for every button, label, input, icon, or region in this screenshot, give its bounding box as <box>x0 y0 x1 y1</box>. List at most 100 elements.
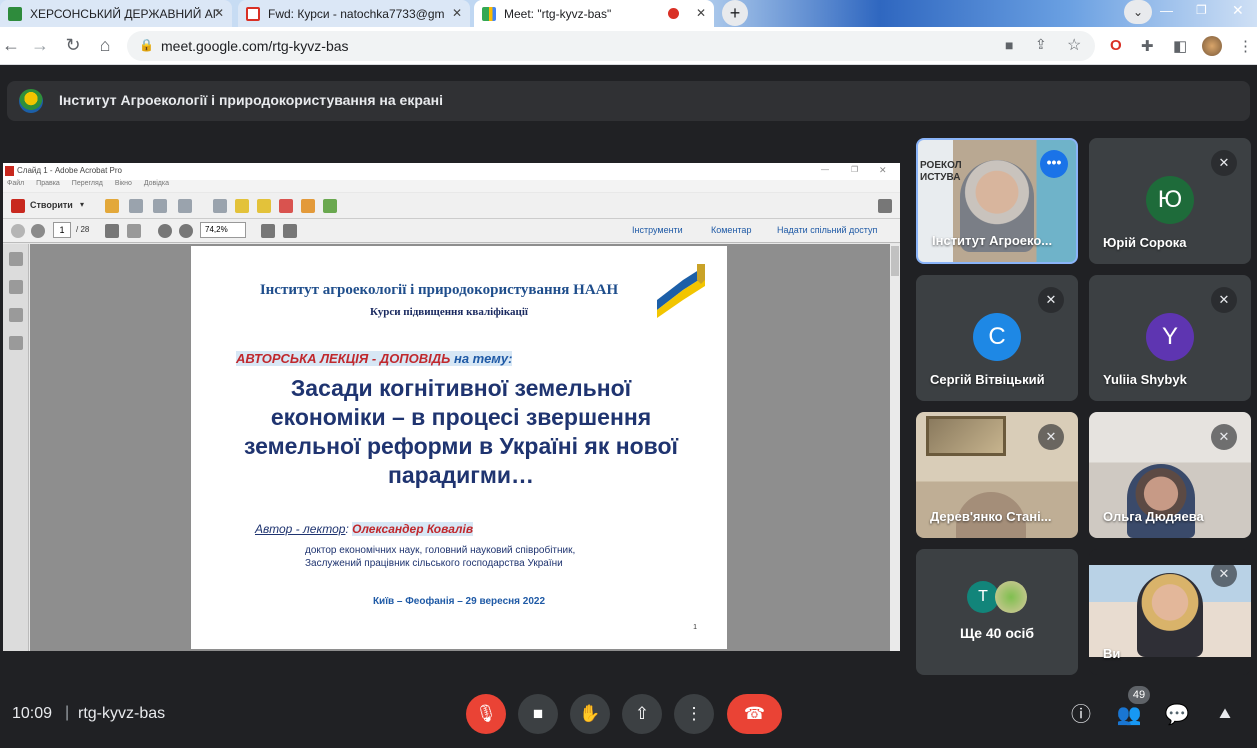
acrobat-close-icon: ✕ <box>879 165 887 175</box>
tab-title: ХЕРСОНСЬКИЙ ДЕРЖАВНИЙ АГ <box>30 6 220 21</box>
opera-extension-icon[interactable]: O <box>1110 37 1122 54</box>
home-icon[interactable]: ⌂ <box>94 35 116 56</box>
mic-off-icon: ✕ <box>1211 424 1237 450</box>
export-icon <box>301 199 315 213</box>
participant-name: Сергій Вітвіцький <box>930 372 1045 387</box>
clock: 10:09 <box>12 705 53 722</box>
browser-tab-active[interactable]: Meet: "rtg-kyvz-bas" ✕ <box>474 0 714 27</box>
browser-tab[interactable]: ХЕРСОНСЬКИЙ ДЕРЖАВНИЙ АГ ✕ <box>0 0 232 27</box>
participant-tile[interactable]: ✕ Дерев'янко Стані... <box>916 412 1078 538</box>
wall-picture <box>926 416 1006 456</box>
meet-icon <box>482 6 496 21</box>
new-tab-button[interactable]: + <box>722 0 748 26</box>
zoom-out-icon <box>158 224 172 238</box>
mic-toggle-button[interactable]: 🎙 <box>466 694 506 734</box>
tools-link: Інструменти <box>632 225 683 235</box>
restore-icon[interactable]: ❐ <box>1196 3 1207 17</box>
participant-name: Ольга Дюдяева <box>1103 509 1204 524</box>
hand-tool-icon <box>127 224 141 238</box>
people-button[interactable]: 👥 <box>1115 701 1143 729</box>
participant-tile[interactable]: ✕ Ольга Дюдяева <box>1089 412 1251 538</box>
video-camera-icon: ■ <box>532 704 544 723</box>
activities-button[interactable]: ⯅ <box>1211 701 1239 729</box>
forward-icon[interactable]: → <box>29 35 51 56</box>
share-icon[interactable]: ⇪ <box>1035 36 1047 53</box>
more-options-icon[interactable]: ••• <box>1040 150 1068 178</box>
participant-tile[interactable]: ✕ Y Yuliia Shybyk <box>1089 275 1251 401</box>
close-tab-icon[interactable]: ✕ <box>214 6 224 20</box>
degree-line-1: доктор економічних наук, головний науков… <box>305 545 576 556</box>
hang-up-icon: ☎ <box>743 704 766 723</box>
extensions-puzzle-icon[interactable]: ✚ <box>1141 37 1154 55</box>
participant-name: Юрій Сорока <box>1103 235 1187 250</box>
side-panel-icon[interactable]: ◧ <box>1173 37 1187 55</box>
tab-search-chevron-icon[interactable]: ⌄ <box>1124 0 1152 24</box>
close-window-icon[interactable]: ✕ <box>1232 2 1244 19</box>
email-icon <box>178 199 192 213</box>
lecture-label-suffix: на тему: <box>450 351 513 366</box>
minimize-icon[interactable]: — <box>1160 3 1173 18</box>
fullscreen-icon <box>878 199 892 213</box>
participant-name: Інститут Агроеко... <box>932 233 1053 248</box>
tab-title: Fwd: Курси - natochka7733@gm <box>268 6 445 21</box>
zoom-field: 74,2% <box>200 222 246 238</box>
mic-off-icon: ✕ <box>1211 287 1237 313</box>
lector-name: Олександер Ковалів <box>352 522 474 536</box>
leave-call-button[interactable]: ☎ <box>727 694 782 734</box>
close-tab-icon[interactable]: ✕ <box>452 6 462 20</box>
lock-icon: 🔒 <box>139 38 154 52</box>
mic-off-icon: 🎙 <box>475 704 497 723</box>
raise-hand-button[interactable]: ✋ <box>570 694 610 734</box>
participant-name: Ви <box>1103 646 1121 661</box>
url-text[interactable]: meet.google.com/rtg-kyvz-bas <box>161 38 349 54</box>
create-icon <box>11 199 25 213</box>
camera-icon[interactable]: ■ <box>1005 37 1013 53</box>
self-person <box>1137 573 1203 657</box>
back-icon[interactable]: ← <box>0 35 22 56</box>
participant-tile[interactable]: ✕ С Сергій Вітвіцький <box>916 275 1078 401</box>
site-favicon-icon <box>8 6 22 21</box>
close-tab-icon[interactable]: ✕ <box>696 6 706 20</box>
chrome-menu-icon[interactable]: ⋮ <box>1238 37 1253 55</box>
participant-tile[interactable]: ✕ Ю Юрій Сорока <box>1089 138 1251 264</box>
profile-avatar[interactable] <box>1202 36 1222 56</box>
menu-help: Довідка <box>143 180 169 187</box>
participant-video <box>1127 464 1195 538</box>
participant-tile-presenter[interactable]: РОЕКОЛ ИСТУВА ••• Інститут Агроеко... <box>916 138 1078 264</box>
acrobat-restore-icon: ❐ <box>851 165 859 174</box>
meeting-code: rtg-kyvz-bas <box>78 705 166 722</box>
camera-toggle-button[interactable]: ■ <box>518 694 558 734</box>
acrobat-scrollbar <box>890 244 900 651</box>
slide-page: Інститут агроекології і природокористува… <box>191 246 727 649</box>
avatar-photo <box>995 581 1027 613</box>
chat-button[interactable]: 💬 <box>1163 701 1191 729</box>
meeting-details-button[interactable]: ⓘ <box>1067 701 1095 729</box>
address-toolbar: ← → ↻ ⌂ 🔒 meet.google.com/rtg-kyvz-bas ■… <box>0 27 1257 65</box>
page-down-icon <box>31 224 45 238</box>
slide-lector: Автор - лектор: Олександер Ковалів <box>255 522 474 536</box>
hand-icon: ✋ <box>579 704 601 723</box>
slide-title: Засади когнітивної земельної економіки –… <box>243 375 679 488</box>
browser-tab[interactable]: Fwd: Курси - natochka7733@gm ✕ <box>238 0 470 27</box>
bookmark-star-icon[interactable]: ☆ <box>1067 35 1081 55</box>
gmail-icon <box>246 6 260 21</box>
page-number-field: 1 <box>53 222 71 238</box>
sign-icon <box>279 199 293 213</box>
acrobat-icon <box>5 166 14 176</box>
acrobat-left-panel <box>3 244 29 651</box>
avatar: Y <box>1146 313 1194 361</box>
others-count: Ще 40 осіб <box>959 625 1035 641</box>
participant-name: Yuliia Shybyk <box>1103 372 1187 387</box>
fit-page-icon <box>283 224 297 238</box>
reload-icon[interactable]: ↻ <box>62 35 84 56</box>
present-screen-icon: ⇧ <box>634 704 650 723</box>
participant-tile-self[interactable]: ✕ Ви <box>1089 549 1251 675</box>
shared-screen: Слайд 1 - Adobe Acrobat Pro — ❐ ✕ Файл П… <box>3 163 900 651</box>
acrobat-toolbar: Створити ▾ <box>3 193 900 219</box>
more-vert-icon: ⋮ <box>685 704 703 723</box>
omnibox[interactable]: 🔒 meet.google.com/rtg-kyvz-bas ■ ⇪ ☆ <box>127 31 1095 61</box>
more-options-button[interactable]: ⋮ <box>674 694 714 734</box>
participant-tile-others[interactable]: Т Ще 40 осіб <box>916 549 1078 675</box>
present-button[interactable]: ⇧ <box>622 694 662 734</box>
tab-title: Meet: "rtg-kyvz-bas" <box>504 6 612 21</box>
